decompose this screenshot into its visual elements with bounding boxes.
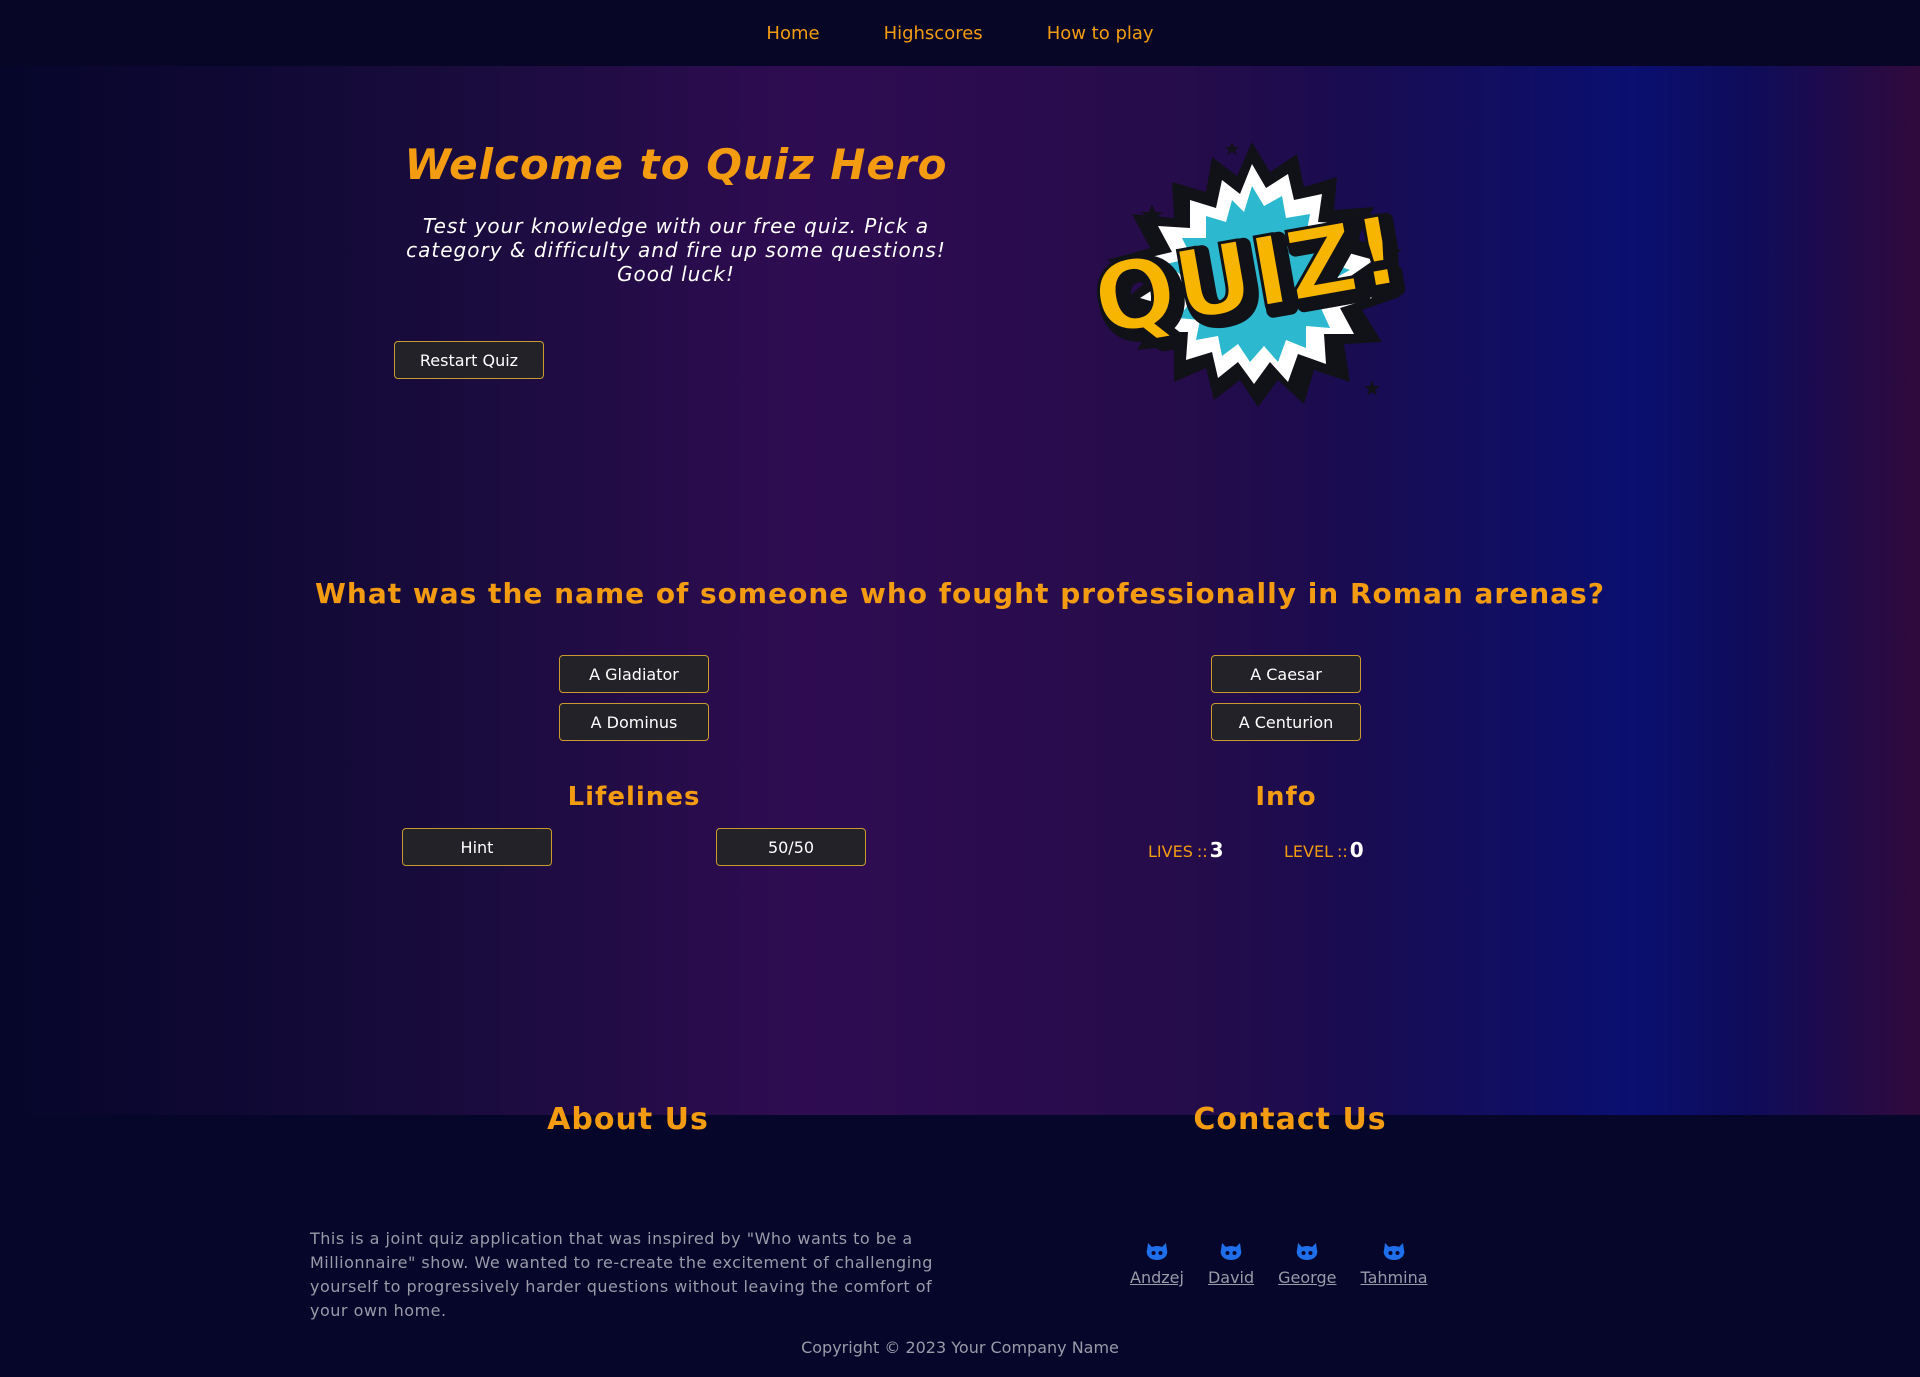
contact-george[interactable]: George [1278,1240,1336,1287]
contact-david[interactable]: David [1208,1240,1254,1287]
contact-list: Andzej David George Tahmina [1130,1240,1452,1287]
lives-stat: LIVES :: 3 [1148,838,1224,862]
level-stat: LEVEL :: 0 [1284,838,1364,862]
github-icon [1220,1243,1242,1260]
contact-tahmina[interactable]: Tahmina [1360,1240,1428,1287]
lives-label: LIVES [1148,842,1193,861]
about-heading: About Us [547,1102,709,1137]
fifty-fifty-button[interactable]: 50/50 [716,828,866,866]
level-separator: :: [1337,842,1348,861]
contact-name: David [1207,1268,1255,1287]
hint-button[interactable]: Hint [402,828,552,866]
restart-quiz-button[interactable]: Restart Quiz [394,341,544,379]
github-icon [1383,1243,1405,1260]
nav-highscores[interactable]: Highscores [884,23,983,44]
nav-how-to-play[interactable]: How to play [1047,23,1154,44]
nav-home[interactable]: Home [766,23,819,44]
github-icon [1146,1243,1168,1260]
contact-name: George [1278,1268,1337,1287]
copyright-text: Copyright © 2023 Your Company Name [801,1338,1119,1357]
about-text: This is a joint quiz application that wa… [310,1229,933,1320]
level-value: 0 [1349,838,1364,862]
question-text: What was the name of someone who fought … [315,577,1605,610]
lives-separator: :: [1196,842,1208,861]
info-heading: Info [1255,782,1317,812]
contact-name: Tahmina [1360,1268,1428,1287]
lifelines-heading: Lifelines [567,782,701,812]
welcome-title: Welcome to Quiz Hero [404,140,948,189]
welcome-subtitle: Test your knowledge with our free quiz. … [406,214,946,286]
level-label: LEVEL [1284,842,1333,861]
answer-button-2[interactable]: A Caesar [1211,655,1361,693]
quiz-logo: QUIZ! QUIZ! [1084,142,1422,407]
main-section: Welcome to Quiz Hero Test your knowledge… [0,66,1920,1115]
lives-value: 3 [1209,838,1224,862]
contact-name: Andzej [1130,1268,1184,1287]
contact-heading: Contact Us [1193,1102,1387,1137]
answer-button-4[interactable]: A Centurion [1211,703,1361,741]
contact-andzej[interactable]: Andzej [1130,1240,1184,1287]
github-icon [1296,1243,1318,1260]
answer-button-3[interactable]: A Dominus [559,703,709,741]
top-nav: Home Highscores How to play [0,0,1920,66]
answer-button-1[interactable]: A Gladiator [559,655,709,693]
